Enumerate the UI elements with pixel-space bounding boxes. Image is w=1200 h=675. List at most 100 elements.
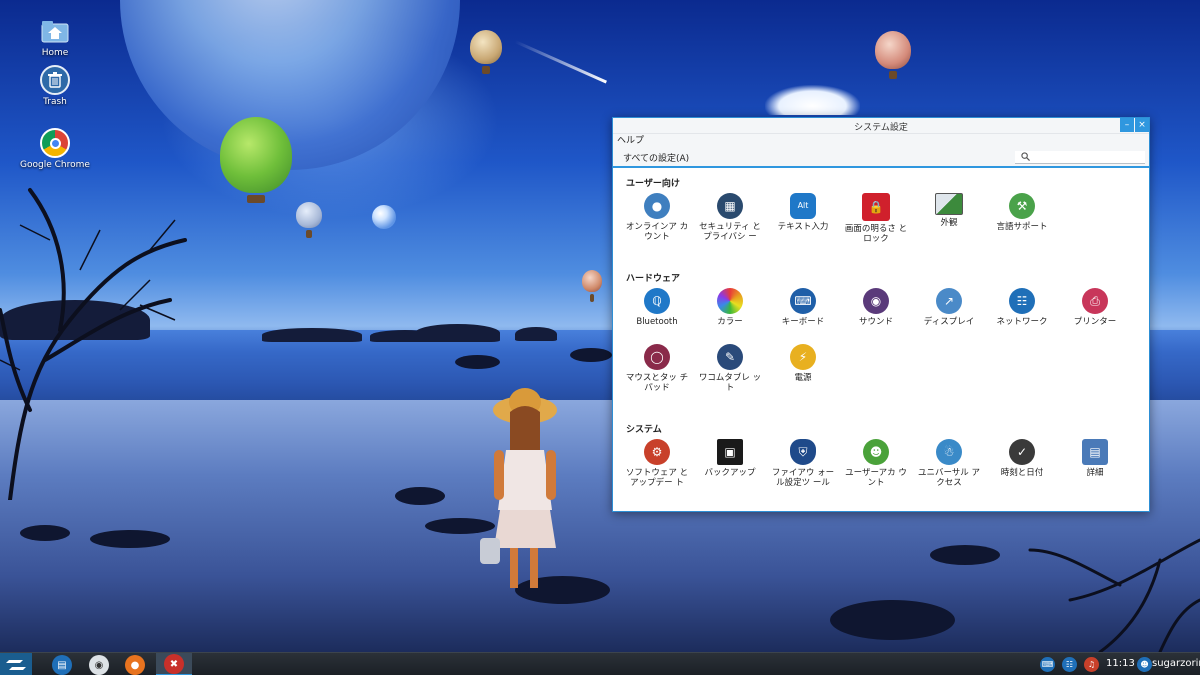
setting-label: 時刻と日付: [1000, 468, 1044, 478]
search-input[interactable]: [1035, 151, 1140, 163]
taskbar-firefox-button[interactable]: ●: [125, 655, 145, 675]
desktop-icon-label: Home: [41, 48, 69, 58]
setting-universal-access[interactable]: ☃ ユニバーサル アクセス: [916, 439, 982, 488]
setting-online-accounts[interactable]: ● オンラインア カウント: [624, 193, 690, 242]
tray-volume-icon[interactable]: ♫: [1084, 657, 1099, 672]
details-icon: ▤: [1082, 439, 1108, 465]
setting-network[interactable]: ☷ ネットワーク: [989, 288, 1055, 327]
setting-label: プリンター: [1073, 317, 1117, 327]
setting-label: ソフトウェア とアップデー ト: [625, 468, 689, 488]
setting-sound[interactable]: ◉ サウンド: [843, 288, 909, 327]
setting-language-support[interactable]: ⚒ 言語サポート: [989, 193, 1055, 232]
setting-label: キーボード: [781, 317, 825, 327]
firefox-icon: ●: [130, 659, 140, 671]
wallpaper-balloon: [220, 117, 292, 203]
wallpaper-island: [262, 328, 362, 342]
taskbar-software-button[interactable]: ◉: [89, 655, 109, 675]
setting-label: ユニバーサル アクセス: [917, 468, 981, 488]
home-folder-icon: [40, 16, 70, 46]
start-menu-button[interactable]: [0, 653, 32, 675]
wallpaper-girl: [480, 388, 557, 588]
minimize-button[interactable]: –: [1120, 118, 1134, 132]
wallpaper-bubble: [372, 205, 396, 229]
setting-power[interactable]: ⚡ 電源: [770, 344, 836, 383]
setting-label: 外観: [940, 218, 958, 228]
setting-firewall[interactable]: ⛨ ファイアウ ォール設定ツ ール: [770, 439, 836, 488]
setting-label: Bluetooth: [636, 317, 678, 327]
taskbar-active-settings-task[interactable]: ✖: [156, 653, 192, 675]
setting-software-updates[interactable]: ⚙ ソフトウェア とアップデー ト: [624, 439, 690, 488]
zorin-logo-icon: [6, 659, 26, 670]
desktop-icon-home[interactable]: Home: [15, 16, 95, 58]
wallpaper-island: [415, 324, 500, 342]
wallpaper-rock: [455, 355, 500, 369]
setting-label: ユーザーアカ ウント: [845, 468, 907, 488]
keyboard-icon: ⌨: [790, 288, 816, 314]
setting-label: カラー: [717, 317, 743, 327]
wallpaper-rock: [395, 487, 445, 505]
wallpaper-rock: [20, 525, 70, 541]
setting-wacom-tablet[interactable]: ✎ ワコムタブレ ット: [697, 344, 763, 393]
software-updates-icon: ⚙: [644, 439, 670, 465]
wallpaper-rock: [90, 530, 170, 548]
trash-icon: [40, 65, 70, 95]
wallpaper-meteor: [514, 40, 607, 84]
setting-appearance[interactable]: 外観: [916, 193, 982, 228]
setting-security-privacy[interactable]: ▦ セキュリティ とプライバシ ー: [697, 193, 763, 242]
color-icon: [717, 288, 743, 314]
wallpaper-balloon: [470, 30, 502, 74]
window-titlebar[interactable]: システム設定 – ×: [613, 118, 1149, 134]
setting-user-accounts[interactable]: ☻ ユーザーアカ ウント: [843, 439, 909, 488]
search-box[interactable]: [1015, 151, 1145, 164]
sound-icon: ◉: [863, 288, 889, 314]
desktop-icon-label: Google Chrome: [20, 160, 90, 170]
settings-content: ユーザー向け ● オンラインア カウント ▦ セキュリティ とプライバシ ー A…: [613, 168, 1149, 508]
setting-brightness-lock[interactable]: 🔒 画面の明るさ とロック: [843, 193, 909, 244]
brightness-lock-icon: 🔒: [862, 193, 890, 221]
setting-label: 電源: [794, 373, 812, 383]
setting-display[interactable]: ↗ ディスプレイ: [916, 288, 982, 327]
desktop-icon-label: Trash: [43, 97, 67, 107]
taskbar-username[interactable]: sugarzorin: [1152, 658, 1200, 669]
online-accounts-icon: ●: [644, 193, 670, 219]
section-title-personal: ユーザー向け: [626, 179, 680, 189]
wallpaper-island: [515, 327, 557, 341]
setting-printer[interactable]: ⎙ プリンター: [1062, 288, 1128, 327]
wacom-tablet-icon: ✎: [717, 344, 743, 370]
tray-network-icon[interactable]: ☷: [1062, 657, 1077, 672]
setting-details[interactable]: ▤ 詳細: [1062, 439, 1128, 478]
time-date-icon: ✓: [1009, 439, 1035, 465]
taskbar: ▤ ◉ ● ✖ ⌨ ☷ ♫ 11:13 ☻ sugarzorin: [0, 652, 1200, 675]
desktop-icon-google-chrome[interactable]: Google Chrome: [15, 128, 95, 170]
toolbar: すべての設定(A): [613, 148, 1149, 168]
close-button[interactable]: ×: [1135, 118, 1149, 132]
window-title: システム設定: [854, 123, 908, 133]
desktop-icon-trash[interactable]: Trash: [15, 65, 95, 107]
wallpaper-balloon: [296, 202, 322, 238]
software-icon: ◉: [94, 659, 104, 671]
wallpaper-tree-left: [0, 188, 187, 500]
wallpaper-rock: [930, 545, 1000, 565]
wallpaper-rock: [570, 348, 612, 362]
wallpaper-cloud: [765, 85, 860, 115]
settings-tools-icon: ✖: [164, 654, 184, 674]
section-title-hardware: ハードウェア: [626, 274, 681, 284]
taskbar-file-manager-button[interactable]: ▤: [52, 655, 72, 675]
menu-help[interactable]: ヘルプ: [617, 136, 644, 146]
setting-backup[interactable]: ▣ バックアップ: [697, 439, 763, 478]
all-settings-tab[interactable]: すべての設定(A): [619, 150, 694, 168]
setting-time-date[interactable]: ✓ 時刻と日付: [989, 439, 1055, 478]
setting-mouse-touchpad[interactable]: ◯ マウスとタッ チパッド: [624, 344, 690, 393]
taskbar-clock[interactable]: 11:13: [1106, 658, 1135, 669]
setting-keyboard[interactable]: ⌨ キーボード: [770, 288, 836, 327]
language-support-icon: ⚒: [1009, 193, 1035, 219]
setting-label: セキュリティ とプライバシ ー: [699, 222, 761, 242]
setting-bluetooth[interactable]: ℚ Bluetooth: [624, 288, 690, 327]
text-input-icon: Alt: [790, 193, 816, 219]
setting-text-input[interactable]: Alt テキスト入力: [770, 193, 836, 232]
menu-bar: ヘルプ: [613, 134, 1149, 148]
power-icon: ⚡: [790, 344, 816, 370]
search-icon: [1021, 152, 1030, 161]
tray-keyboard-icon[interactable]: ⌨: [1040, 657, 1055, 672]
setting-color[interactable]: カラー: [697, 288, 763, 327]
